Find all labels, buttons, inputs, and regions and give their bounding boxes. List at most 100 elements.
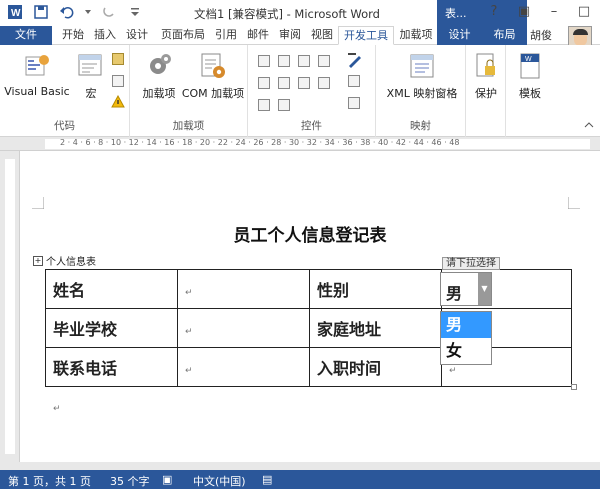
page-count[interactable]: 第 1 页，共 1 页 — [8, 473, 91, 489]
group-template: W 模板 — [506, 45, 554, 137]
tab-table-design[interactable]: 设计 — [437, 26, 482, 45]
minimize-icon[interactable]: – — [546, 4, 562, 20]
proofing-icon[interactable]: ▣ — [162, 473, 172, 486]
margin-corner-top-left — [32, 197, 44, 209]
horizontal-ruler[interactable]: 2 · 4 · 6 · 8 · 10 · 12 · 14 · 16 · 18 ·… — [0, 137, 600, 151]
ribbon-display-icon[interactable]: ▣ — [516, 4, 532, 20]
building-block-control-icon[interactable] — [318, 55, 330, 67]
table-cell[interactable]: 姓名 — [45, 269, 178, 309]
customize-toolbar-icon[interactable] — [126, 3, 144, 21]
document-title: 文档1 [兼容模式] - Microsoft Word — [194, 7, 380, 21]
tab-developer[interactable]: 开发工具 — [338, 26, 394, 45]
template-label: 模板 — [519, 87, 541, 100]
save-icon[interactable] — [32, 3, 50, 21]
dropdown-control-title[interactable]: 请下拉选择 — [442, 257, 500, 270]
template-icon: W — [518, 51, 542, 81]
legacy-tools-icon[interactable] — [278, 99, 290, 111]
group-control-icon[interactable] — [348, 97, 360, 109]
addins-label: 加载项 — [142, 87, 176, 100]
language[interactable]: 中文(中国) — [193, 473, 246, 489]
undo-dropdown-icon[interactable] — [84, 3, 92, 21]
repeating-section-control-icon[interactable] — [258, 99, 270, 111]
visual-basic-button[interactable]: Visual Basic — [4, 51, 70, 98]
addins-gear-icon — [144, 51, 174, 81]
group-protect: 保护 — [466, 45, 506, 137]
gender-dropdown-list: 男 女 — [440, 311, 492, 365]
group-controls-label: 控件 — [301, 120, 322, 132]
tab-insert[interactable]: 插入 — [89, 26, 121, 45]
paragraph-mark: ↵ — [53, 404, 61, 414]
macro-record-icon[interactable]: ▤ — [262, 473, 272, 486]
vertical-ruler[interactable] — [0, 151, 20, 462]
ribbon: Visual Basic 宏 代码 加载项 COM 加载项 加载项 控件 XML… — [0, 45, 600, 137]
tab-home[interactable]: 开始 — [57, 26, 89, 45]
table-caption: 个人信息表 — [46, 257, 96, 268]
pause-recording-icon[interactable] — [112, 75, 124, 87]
tab-table-layout[interactable]: 布局 — [482, 26, 527, 45]
xml-mapping-icon — [407, 51, 437, 81]
table-cell[interactable]: 毕业学校 — [45, 308, 178, 348]
table-row: 姓名 ↵ 性别 — [45, 269, 572, 309]
xml-mapping-pane-button[interactable]: XML 映射窗格 — [380, 51, 464, 101]
collapse-ribbon-icon[interactable] — [584, 119, 594, 132]
table-cell[interactable]: 性别 — [309, 269, 442, 309]
maximize-icon[interactable]: □ — [576, 4, 592, 20]
quick-access-toolbar: W — [6, 3, 144, 21]
com-addins-button[interactable]: COM 加载项 — [180, 51, 246, 101]
document-page[interactable]: 员工个人信息登记表 + 个人信息表 姓名 ↵ 性别 毕业学校 ↵ 家庭地址 联系… — [20, 151, 600, 462]
checkbox-control-icon[interactable] — [258, 77, 270, 89]
help-icon[interactable]: ? — [486, 4, 502, 20]
tab-references[interactable]: 引用 — [211, 26, 241, 45]
margin-corner-top-right — [568, 197, 580, 209]
tab-addins[interactable]: 加载项 — [395, 26, 437, 45]
date-picker-control-icon[interactable] — [318, 77, 330, 89]
table-cell[interactable]: ↵ — [177, 308, 310, 348]
table-row: 联系电话 ↵ 入职时间 ↵ — [45, 347, 572, 387]
redo-icon[interactable] — [100, 3, 118, 21]
tab-mailings[interactable]: 邮件 — [243, 26, 273, 45]
dropdown-arrow-icon[interactable]: ▼ — [478, 273, 491, 305]
dropdown-option-female[interactable]: 女 — [441, 338, 491, 364]
protect-button[interactable]: 保护 — [468, 51, 504, 101]
table-move-handle-icon[interactable]: + — [33, 256, 43, 266]
protect-label: 保护 — [475, 87, 497, 100]
design-mode-icon[interactable] — [346, 51, 364, 72]
word-count[interactable]: 35 个字 — [110, 473, 150, 489]
tab-design[interactable]: 设计 — [121, 26, 153, 45]
table-cell[interactable]: 联系电话 — [45, 347, 178, 387]
record-macro-icon[interactable] — [112, 53, 124, 65]
template-button[interactable]: W 模板 — [510, 51, 550, 101]
tab-review[interactable]: 审阅 — [275, 26, 305, 45]
properties-icon[interactable] — [348, 75, 360, 87]
picture-control-icon[interactable] — [298, 55, 310, 67]
com-addins-label: COM 加载项 — [181, 87, 245, 100]
tab-view[interactable]: 视图 — [307, 26, 337, 45]
tab-file[interactable]: 文件 — [0, 26, 52, 45]
gender-dropdown[interactable]: 男 ▼ — [440, 272, 492, 306]
user-name[interactable]: 胡俊 — [530, 27, 552, 43]
table-cell[interactable]: ↵ — [177, 347, 310, 387]
macro-button[interactable]: 宏 — [76, 51, 106, 101]
visual-basic-icon — [22, 51, 52, 81]
dropdown-option-male[interactable]: 男 — [441, 312, 491, 338]
undo-icon[interactable] — [58, 3, 76, 21]
xml-mapping-label: XML 映射窗格 — [386, 87, 458, 100]
plain-text-control-icon[interactable] — [278, 55, 290, 67]
dropdown-list-control-icon[interactable] — [298, 77, 310, 89]
rich-text-control-icon[interactable] — [258, 55, 270, 67]
combo-box-control-icon[interactable] — [278, 77, 290, 89]
addins-button[interactable]: 加载项 — [140, 51, 178, 101]
svg-text:W: W — [525, 56, 532, 63]
com-addins-icon — [198, 51, 228, 81]
macro-security-icon[interactable] — [111, 94, 125, 111]
table-resize-handle[interactable] — [571, 384, 577, 390]
tab-page-layout[interactable]: 页面布局 — [155, 26, 211, 45]
table-cell[interactable]: 家庭地址 — [309, 308, 442, 348]
group-controls: 控件 — [248, 45, 376, 137]
group-addins: 加载项 COM 加载项 加载项 — [130, 45, 248, 137]
ribbon-tabs: 文件 开始 插入 设计 页面布局 引用 邮件 审阅 视图 开发工具 加载项 设计… — [0, 26, 600, 45]
table-tools-label: 表... — [445, 7, 467, 20]
table-cell[interactable]: ↵ — [177, 269, 310, 309]
window-controls: ? ▣ – □ — [486, 4, 592, 20]
table-cell[interactable]: 入职时间 — [309, 347, 442, 387]
